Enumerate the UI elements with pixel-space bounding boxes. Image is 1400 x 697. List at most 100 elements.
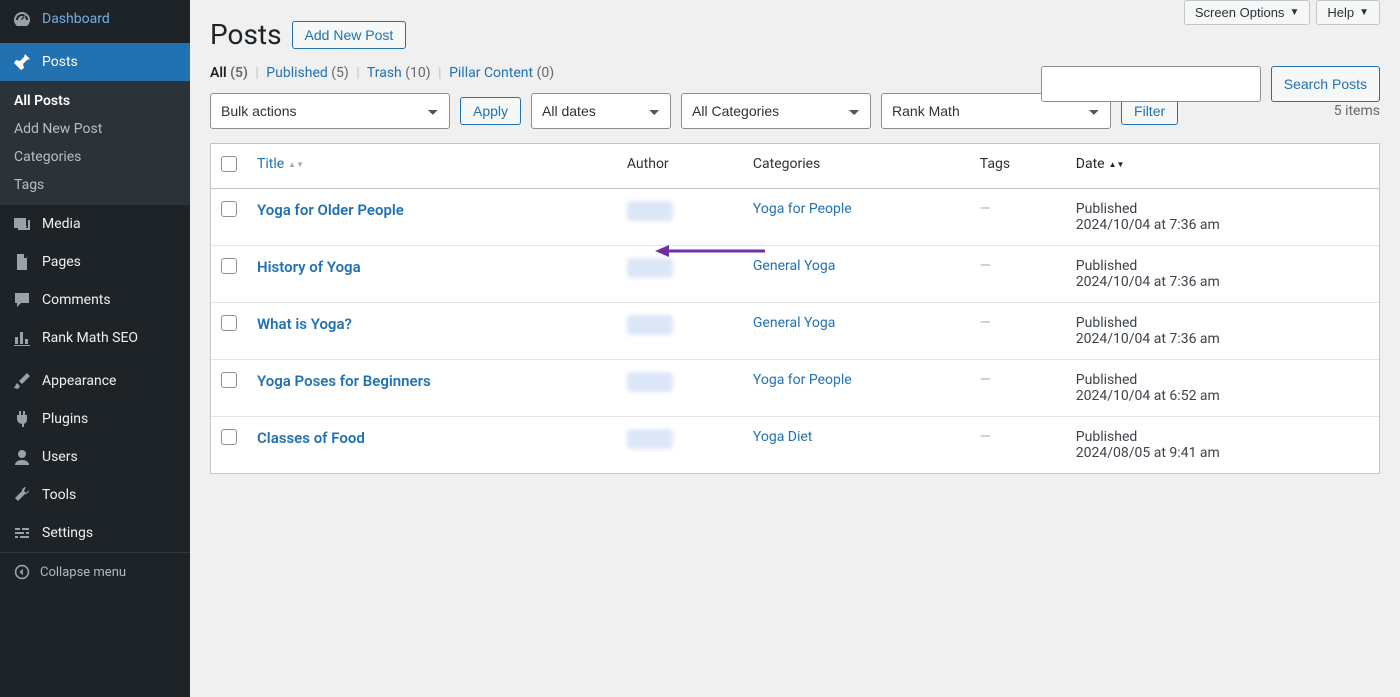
main-content: Screen Options ▼ Help ▼ Posts Add New Po… bbox=[190, 0, 1400, 697]
column-tags: Tags bbox=[970, 144, 1066, 189]
table-row: What is Yoga? General Yoga — Published2024/… bbox=[211, 302, 1379, 359]
post-title-link[interactable]: What is Yoga? bbox=[257, 315, 352, 333]
pin-icon bbox=[12, 52, 32, 72]
sidebar-item-appearance[interactable]: Appearance bbox=[0, 362, 190, 400]
collapse-menu-button[interactable]: Collapse menu bbox=[0, 552, 190, 591]
post-title-link[interactable]: Yoga for Older People bbox=[257, 201, 404, 219]
sidebar-item-settings[interactable]: Settings bbox=[0, 514, 190, 552]
sidebar-item-tools[interactable]: Tools bbox=[0, 476, 190, 514]
apply-button[interactable]: Apply bbox=[460, 97, 521, 125]
help-label: Help bbox=[1327, 5, 1354, 20]
sidebar-label: Posts bbox=[42, 54, 78, 70]
sidebar-label: Media bbox=[42, 216, 81, 232]
category-link[interactable]: Yoga for People bbox=[753, 372, 852, 388]
table-row: Yoga for Older PeopleYoga for People—Pub… bbox=[211, 189, 1379, 245]
admin-sidebar: Dashboard Posts All Posts Add New Post C… bbox=[0, 0, 190, 697]
view-trash-link[interactable]: Trash bbox=[367, 65, 402, 81]
sidebar-sub-add-new[interactable]: Add New Post bbox=[0, 115, 190, 143]
tags-empty: — bbox=[980, 258, 991, 274]
post-title-link[interactable]: Yoga Poses for Beginners bbox=[257, 372, 431, 390]
bulk-actions-select[interactable]: Bulk actions bbox=[210, 93, 450, 129]
sort-icon: ▲▼ bbox=[288, 161, 304, 168]
comment-icon bbox=[12, 290, 32, 310]
collapse-icon bbox=[12, 562, 32, 582]
date-status: Published bbox=[1076, 372, 1137, 388]
date-value: 2024/08/05 at 9:41 am bbox=[1076, 445, 1220, 461]
sidebar-item-comments[interactable]: Comments bbox=[0, 281, 190, 319]
sidebar-item-posts[interactable]: Posts bbox=[0, 43, 190, 81]
view-published-link[interactable]: Published bbox=[266, 65, 327, 81]
chart-icon bbox=[12, 328, 32, 348]
author-blurred bbox=[627, 429, 673, 449]
sidebar-label: Appearance bbox=[42, 373, 116, 389]
media-icon bbox=[12, 214, 32, 234]
category-link[interactable]: Yoga Diet bbox=[753, 429, 813, 445]
sidebar-label: Rank Math SEO bbox=[42, 330, 138, 346]
chevron-down-icon: ▼ bbox=[1289, 7, 1299, 18]
sidebar-label: Tools bbox=[42, 487, 76, 503]
date-value: 2024/10/04 at 7:36 am bbox=[1076, 331, 1220, 347]
search-posts-button[interactable]: Search Posts bbox=[1271, 66, 1380, 102]
sidebar-item-rankmath[interactable]: Rank Math SEO bbox=[0, 319, 190, 357]
page-icon bbox=[12, 252, 32, 272]
search-bar: Search Posts bbox=[1041, 66, 1380, 102]
add-new-post-button[interactable]: Add New Post bbox=[292, 21, 407, 49]
chevron-down-icon: ▼ bbox=[1359, 7, 1369, 18]
screen-options-button[interactable]: Screen Options ▼ bbox=[1184, 0, 1311, 25]
sidebar-item-users[interactable]: Users bbox=[0, 438, 190, 476]
column-categories: Categories bbox=[743, 144, 970, 189]
sidebar-item-media[interactable]: Media bbox=[0, 205, 190, 243]
row-checkbox[interactable] bbox=[221, 429, 237, 445]
date-filter-select[interactable]: All dates bbox=[531, 93, 671, 129]
items-count: 5 items bbox=[1334, 103, 1380, 119]
gauge-icon bbox=[12, 9, 32, 29]
select-all-checkbox[interactable] bbox=[221, 156, 237, 172]
sidebar-item-plugins[interactable]: Plugins bbox=[0, 400, 190, 438]
author-blurred bbox=[627, 372, 673, 392]
sidebar-item-pages[interactable]: Pages bbox=[0, 243, 190, 281]
sidebar-label: Users bbox=[42, 449, 78, 465]
category-filter-select[interactable]: All Categories bbox=[681, 93, 871, 129]
tags-empty: — bbox=[980, 315, 991, 331]
column-author: Author bbox=[617, 144, 743, 189]
category-link[interactable]: General Yoga bbox=[753, 258, 836, 274]
help-button[interactable]: Help ▼ bbox=[1316, 0, 1380, 25]
row-checkbox[interactable] bbox=[221, 258, 237, 274]
sidebar-sub-tags[interactable]: Tags bbox=[0, 171, 190, 199]
row-checkbox[interactable] bbox=[221, 315, 237, 331]
sidebar-sub-categories[interactable]: Categories bbox=[0, 143, 190, 171]
sort-icon: ▲▼ bbox=[1109, 161, 1125, 168]
tags-empty: — bbox=[980, 429, 991, 445]
posts-table: Title▲▼ Author Categories Tags Date▲▼ Yo… bbox=[210, 143, 1380, 474]
post-title-link[interactable]: History of Yoga bbox=[257, 258, 361, 276]
tags-empty: — bbox=[980, 372, 991, 388]
plug-icon bbox=[12, 409, 32, 429]
page-title: Posts bbox=[210, 18, 282, 51]
sidebar-label: Plugins bbox=[42, 411, 88, 427]
user-icon bbox=[12, 447, 32, 467]
search-input[interactable] bbox=[1041, 66, 1261, 102]
sidebar-label: Pages bbox=[42, 254, 81, 270]
post-title-link[interactable]: Classes of Food bbox=[257, 429, 365, 447]
sidebar-label: Comments bbox=[42, 292, 111, 308]
date-status: Published bbox=[1076, 315, 1137, 331]
screen-meta-links: Screen Options ▼ Help ▼ bbox=[1184, 0, 1380, 25]
author-blurred bbox=[627, 201, 673, 221]
table-row: Classes of Food Yoga Diet — Published2024/0… bbox=[211, 416, 1379, 473]
column-date[interactable]: Date▲▼ bbox=[1076, 156, 1125, 172]
category-link[interactable]: Yoga for People bbox=[753, 201, 852, 217]
table-row: Yoga Poses for Beginners Yoga for People —… bbox=[211, 359, 1379, 416]
tags-empty: — bbox=[980, 201, 991, 217]
table-row: History of YogaGeneral Yoga—Published202… bbox=[211, 245, 1379, 302]
row-checkbox[interactable] bbox=[221, 201, 237, 217]
category-link[interactable]: General Yoga bbox=[753, 315, 836, 331]
row-checkbox[interactable] bbox=[221, 372, 237, 388]
author-blurred bbox=[627, 258, 673, 278]
column-title[interactable]: Title▲▼ bbox=[257, 156, 304, 172]
view-all-link[interactable]: All (5) bbox=[210, 65, 248, 81]
view-pillar-link[interactable]: Pillar Content bbox=[449, 65, 533, 81]
date-status: Published bbox=[1076, 429, 1137, 445]
sidebar-sub-all-posts[interactable]: All Posts bbox=[0, 87, 190, 115]
sidebar-item-dashboard[interactable]: Dashboard bbox=[0, 0, 190, 38]
sidebar-submenu-posts: All Posts Add New Post Categories Tags bbox=[0, 81, 190, 205]
